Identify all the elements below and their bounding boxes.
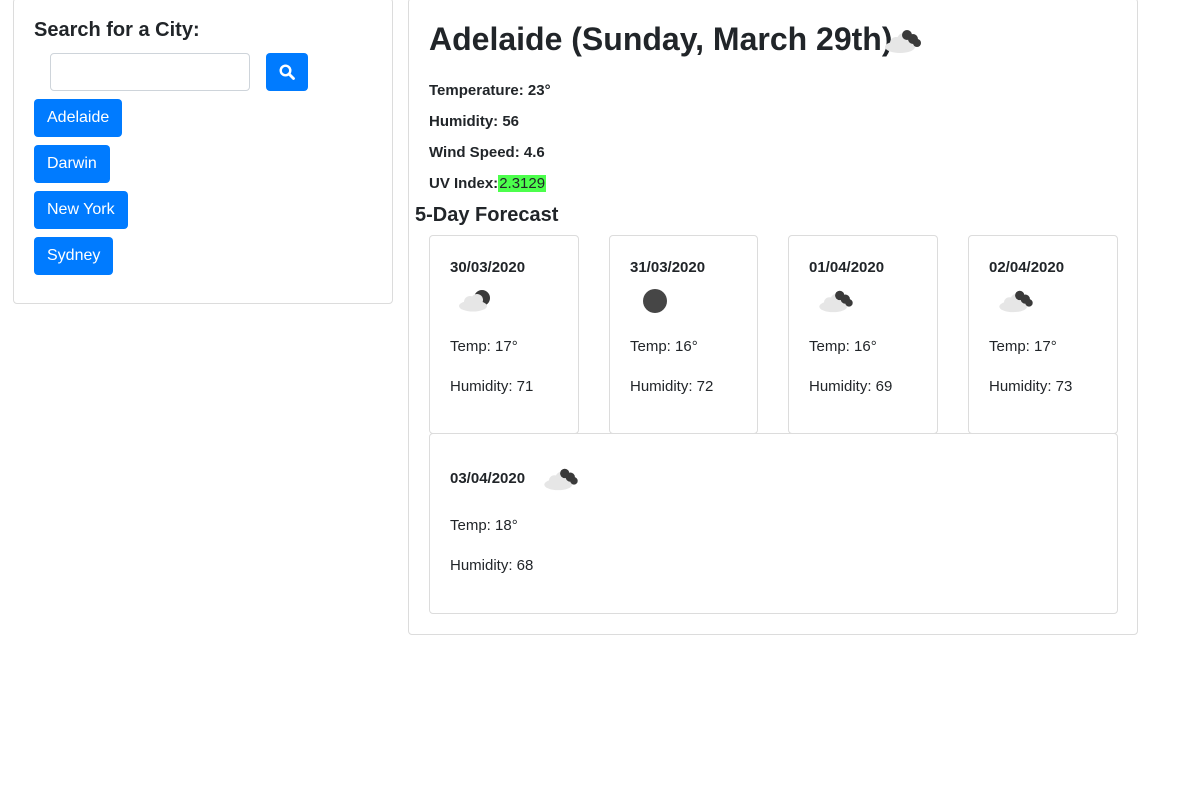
search-icon [279, 64, 295, 80]
forecast-temp: Temp: 17° [450, 338, 518, 355]
forecast-card: 02/04/2020 Temp: 17° Humidity: 73 [968, 235, 1118, 434]
forecast-card: 01/04/2020 Temp: 16° Humidity: 69 [788, 235, 938, 434]
forecast-humidity: Humidity: 73 [989, 378, 1073, 395]
cloud-icon [544, 468, 578, 491]
uv-index-stat: UV Index:2.3129 [429, 175, 547, 192]
temperature-stat: Temperature: 23° [429, 82, 551, 99]
forecast-card: 31/03/2020 Temp: 16° Humidity: 72 [609, 235, 758, 434]
forecast-card: 03/04/2020 Temp: 18° Humidity: 68 [429, 433, 1118, 614]
forecast-heading: 5-Day Forecast [415, 204, 559, 226]
wind-speed-stat: Wind Speed: 4.6 [429, 144, 545, 161]
humidity-label: Humidity: [429, 113, 499, 130]
forecast-date: 01/04/2020 [809, 259, 885, 276]
forecast-card: 30/03/2020 Temp: 17° Humidity: 71 [429, 235, 579, 434]
uv-index-label: UV Index: [429, 175, 499, 192]
forecast-humidity: Humidity: 69 [809, 378, 893, 395]
history-button-new-york[interactable]: New York [34, 191, 128, 229]
forecast-humidity: Humidity: 68 [450, 557, 534, 574]
forecast-temp: Temp: 16° [630, 338, 698, 355]
temperature-value: 23° [527, 82, 551, 99]
cloud-icon [819, 290, 853, 313]
weather-panel: Adelaide (Sunday, March 29th) Temperatur… [408, 0, 1138, 635]
search-button[interactable] [266, 53, 308, 91]
temperature-label: Temperature: [429, 82, 524, 99]
search-panel: Search for a City: Adelaide Darwin New Y… [13, 0, 393, 304]
forecast-humidity: Humidity: 71 [450, 378, 534, 395]
history-button-sydney[interactable]: Sydney [34, 237, 114, 275]
uv-index-value: 2.3129 [498, 175, 547, 192]
moon-icon [643, 289, 667, 313]
wind-speed-value: 4.6 [523, 144, 545, 161]
forecast-date: 02/04/2020 [989, 259, 1065, 276]
current-city-title: Adelaide (Sunday, March 29th) [429, 21, 893, 57]
forecast-humidity: Humidity: 72 [630, 378, 714, 395]
humidity-stat: Humidity: 56 [429, 113, 519, 130]
wind-speed-label: Wind Speed: [429, 144, 520, 161]
history-button-adelaide[interactable]: Adelaide [34, 99, 123, 137]
forecast-date: 30/03/2020 [450, 259, 526, 276]
forecast-temp: Temp: 16° [809, 338, 877, 355]
history-button-darwin[interactable]: Darwin [34, 145, 110, 183]
cloud-icon [885, 30, 921, 53]
forecast-date: 03/04/2020 [450, 470, 526, 487]
search-input[interactable] [50, 53, 250, 91]
forecast-temp: Temp: 17° [989, 338, 1057, 355]
cloud-icon [999, 290, 1033, 313]
forecast-date: 31/03/2020 [630, 259, 706, 276]
humidity-value: 56 [502, 113, 520, 130]
search-label: Search for a City: [34, 19, 200, 41]
forecast-temp: Temp: 18° [450, 517, 518, 534]
partly-cloudy-icon [459, 290, 490, 312]
